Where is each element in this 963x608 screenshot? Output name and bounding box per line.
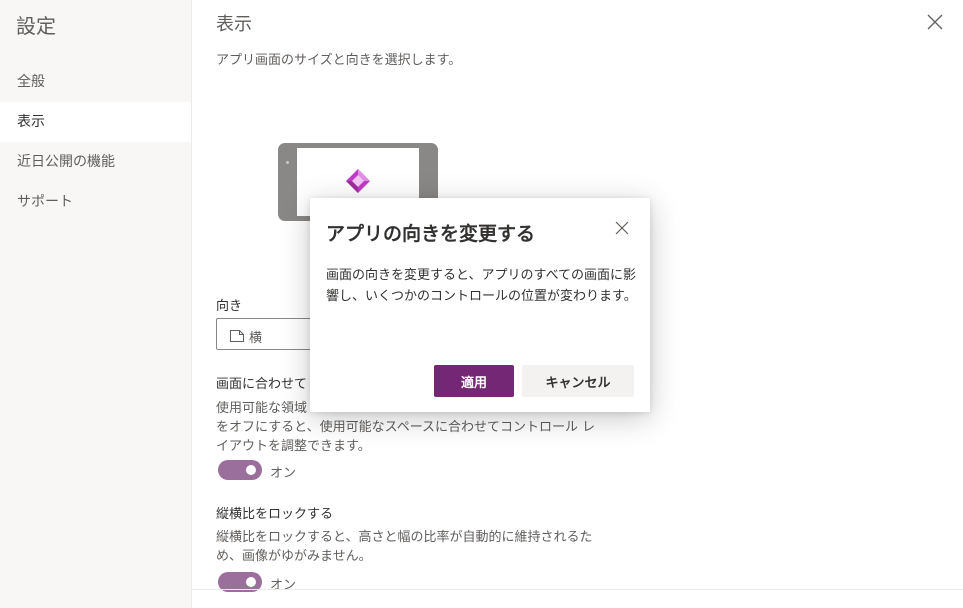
- apply-button[interactable]: 適用: [434, 365, 514, 397]
- lock-aspect-title: 縦横比をロックする: [216, 507, 334, 522]
- orientation-value: 横: [249, 331, 263, 346]
- sidebar-item-general[interactable]: 全般: [0, 62, 191, 102]
- divider: [192, 589, 963, 590]
- orientation-label: 向き: [216, 299, 243, 314]
- lock-aspect-description: 縦横比をロックすると、高さと幅の比率が自動的に維持されるため、画像がゆがみません…: [216, 530, 593, 564]
- sidebar-item-support[interactable]: サポート: [0, 182, 191, 222]
- lock-aspect-toggle-label: オン: [270, 578, 297, 593]
- settings-sidebar: 設定 全般 表示 近日公開の機能 サポート: [0, 0, 192, 608]
- cancel-button[interactable]: キャンセル: [522, 365, 634, 397]
- page-description: アプリ画面のサイズと向きを選択します。: [216, 53, 462, 68]
- sidebar-item-display[interactable]: 表示: [0, 102, 191, 142]
- scale-to-fit-description-line1: 使用可能な領域: [216, 401, 308, 416]
- dialog-body: 画面の向きを変更すると、アプリのすべての画面に影響し、いくつかのコントロールの位…: [326, 268, 637, 304]
- power-apps-logo-icon: [345, 168, 371, 198]
- dialog-title: アプリの向きを変更する: [326, 223, 536, 245]
- scale-to-fit-toggle-label: オン: [270, 466, 297, 481]
- page-title: 表示: [216, 14, 252, 35]
- change-orientation-dialog: アプリの向きを変更する 画面の向きを変更すると、アプリのすべての画面に影響し、い…: [310, 198, 650, 412]
- toggle-knob: [246, 465, 256, 475]
- toggle-knob: [246, 577, 256, 587]
- close-icon[interactable]: [925, 12, 945, 32]
- scale-to-fit-description-line2: をオフにすると、使用可能なスペースに合わせてコントロール レイアウトを調整できま…: [216, 420, 596, 454]
- sidebar-item-upcoming-features[interactable]: 近日公開の機能: [0, 142, 191, 182]
- scale-to-fit-title: 画面に合わせて: [216, 377, 308, 392]
- landscape-page-icon: [230, 327, 244, 346]
- scale-to-fit-toggle[interactable]: [218, 460, 262, 480]
- dialog-close-icon[interactable]: [615, 220, 629, 235]
- sidebar-title: 設定: [16, 14, 56, 38]
- camera-dot: [286, 161, 289, 164]
